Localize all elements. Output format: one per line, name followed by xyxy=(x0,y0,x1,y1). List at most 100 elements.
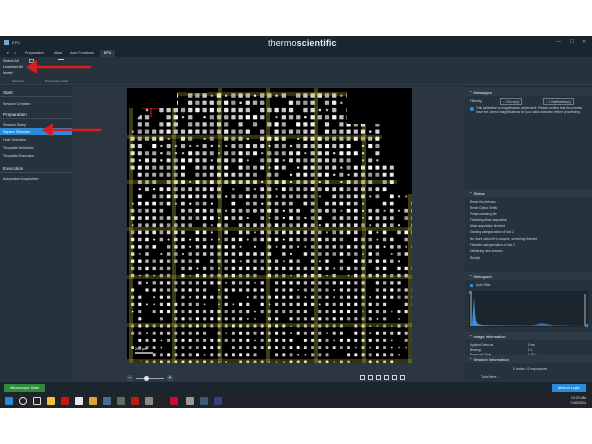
invert-button[interactable]: Invert xyxy=(3,71,13,75)
system-clock[interactable]: 10:20 AM 7/18/2024 xyxy=(570,396,586,406)
zoom-out-button[interactable]: − xyxy=(127,375,133,381)
grid-square xyxy=(260,165,265,170)
tab-preparation[interactable]: Preparation xyxy=(21,50,48,57)
view-tool-1-icon[interactable] xyxy=(360,375,365,380)
app-grey-2-icon[interactable] xyxy=(186,397,194,405)
grid-square xyxy=(274,259,279,263)
session-info-header[interactable]: ⌃ Session Information xyxy=(465,355,592,363)
grid-square xyxy=(166,115,171,120)
grid-square xyxy=(339,310,343,314)
grid-square xyxy=(253,151,257,156)
grid-square xyxy=(166,216,171,220)
histogram-plot[interactable] xyxy=(469,291,588,327)
view-tool-6-icon[interactable] xyxy=(400,375,405,380)
grid-square xyxy=(339,201,344,206)
nav-square-selection[interactable]: Square Selection xyxy=(0,128,72,135)
epu-taskbar-icon[interactable] xyxy=(214,397,222,405)
grid-square xyxy=(325,252,329,256)
grid-square xyxy=(332,136,337,141)
grid-square xyxy=(383,295,387,299)
file-explorer-icon[interactable] xyxy=(47,397,55,405)
grid-square xyxy=(245,151,250,156)
app-dark-blue-icon[interactable] xyxy=(200,397,208,405)
grid-square xyxy=(253,223,257,227)
grid-square xyxy=(310,93,315,98)
nav-automated-acquisition[interactable]: Automated Acquisition xyxy=(0,175,72,182)
tab-selection[interactable]: Selection xyxy=(12,79,24,84)
zoom-in-button[interactable]: + xyxy=(167,375,173,381)
tab-epu[interactable]: EPU xyxy=(100,50,116,57)
app-yellow-icon[interactable] xyxy=(89,397,97,405)
chrome-icon[interactable] xyxy=(75,397,83,405)
app-red-2-icon[interactable] xyxy=(131,397,139,405)
view-tool-2-icon[interactable] xyxy=(368,375,373,380)
tab-auto-functions[interactable]: Auto Functions xyxy=(66,50,98,57)
grid-square xyxy=(145,172,149,177)
atlas-image[interactable]: 200 µm xyxy=(127,88,412,363)
messages-header[interactable]: ⌃ Messages xyxy=(465,88,592,96)
square-tool-icon[interactable] xyxy=(29,59,34,63)
grid-square xyxy=(231,208,236,213)
histogram-header[interactable]: ⌃ Histogram xyxy=(465,272,592,280)
close-icon[interactable]: ✕ xyxy=(582,39,586,45)
app-red-3-icon[interactable] xyxy=(170,397,178,405)
grid-square xyxy=(181,187,185,192)
grid-square xyxy=(209,107,214,113)
windows-start-icon[interactable] xyxy=(5,397,13,405)
status-line: Reset Optics Shifts xyxy=(470,206,498,210)
zoom-slider[interactable] xyxy=(136,377,164,379)
athena-login-button[interactable]: Athena Login xyxy=(551,384,586,392)
nav-template-definition[interactable]: Template Definition xyxy=(0,144,72,151)
tab-atlas[interactable]: Atlas xyxy=(50,50,66,57)
nav-template-execution[interactable]: Template Execution xyxy=(0,152,72,159)
auto-filter-checkbox[interactable] xyxy=(470,284,473,287)
grid-square xyxy=(368,136,373,141)
error-filter-badge[interactable]: ● 0 Error(s) xyxy=(500,98,523,105)
filter-tool-icon[interactable] xyxy=(58,59,64,60)
grid-square xyxy=(340,101,343,104)
app-grey-icon[interactable] xyxy=(145,397,153,405)
grid-square xyxy=(389,201,394,206)
grid-square xyxy=(325,288,329,292)
app-blue-icon[interactable] xyxy=(103,397,111,405)
notification-filter-badge[interactable]: ● 1 Notification(s) xyxy=(543,98,574,105)
minimize-icon[interactable]: — xyxy=(556,39,561,45)
app-green-icon[interactable] xyxy=(117,397,125,405)
grid-square xyxy=(224,245,228,249)
grid-square xyxy=(383,353,387,357)
grid-square xyxy=(289,237,293,242)
nav-hole-selection[interactable]: Hole Selection xyxy=(0,136,72,143)
status-header[interactable]: ⌃ Status xyxy=(465,189,592,197)
home-icon[interactable]: ⌂ xyxy=(10,50,20,57)
grid-square xyxy=(254,318,256,320)
view-tool-3-icon[interactable] xyxy=(376,375,381,380)
grid-square xyxy=(224,122,229,127)
grid-square xyxy=(354,245,358,249)
grid-square xyxy=(281,129,286,134)
microscope-state-button[interactable]: Microscope State xyxy=(4,384,46,392)
task-view-icon[interactable] xyxy=(33,397,41,405)
grid-square xyxy=(353,194,358,199)
grid-square xyxy=(253,295,257,299)
nav-session-setup[interactable]: Session Setup xyxy=(0,121,72,128)
grid-square xyxy=(375,187,380,192)
select-all-button[interactable]: Select All xyxy=(3,59,19,63)
tab-processing-order[interactable]: Processing Order xyxy=(45,79,68,84)
grid-square xyxy=(303,194,308,199)
view-tool-4-icon[interactable] xyxy=(384,375,389,380)
image-info-header[interactable]: ⌃ Image Information xyxy=(465,332,592,340)
nav-session-creation[interactable]: Session Creation xyxy=(0,100,72,107)
grid-square xyxy=(166,201,171,206)
zoom-slider-thumb[interactable] xyxy=(144,375,149,381)
unselect-all-button[interactable]: Unselect All xyxy=(3,65,23,69)
grid-square xyxy=(397,230,401,235)
maximize-icon[interactable]: ☐ xyxy=(570,39,574,45)
search-icon[interactable] xyxy=(19,397,27,405)
grid-square xyxy=(303,93,308,98)
app-red-icon[interactable] xyxy=(61,397,69,405)
grid-square xyxy=(405,195,408,198)
view-tool-5-icon[interactable] xyxy=(392,375,397,380)
grid-square xyxy=(382,165,387,170)
grid-square xyxy=(246,353,250,357)
grid-square xyxy=(260,93,265,98)
